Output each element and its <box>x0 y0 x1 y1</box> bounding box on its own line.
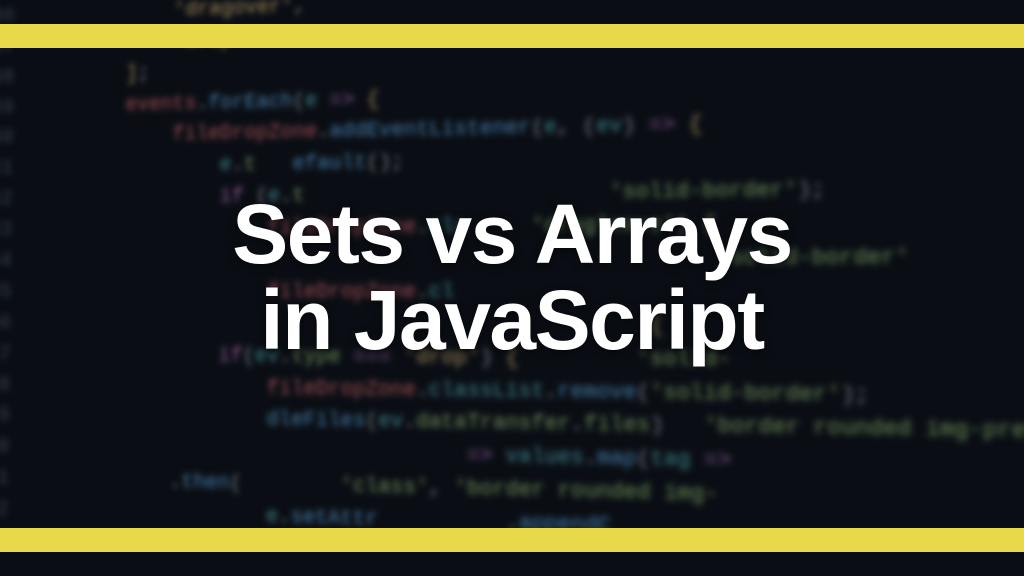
line-number: 50 <box>0 433 29 465</box>
line-number: 52 <box>0 495 28 528</box>
headline-line-1: Sets vs Arrays <box>232 187 792 281</box>
line-number: 41 <box>0 154 32 185</box>
line-number: 51 <box>0 464 28 496</box>
headline: Sets vs Arrays in JavaScript <box>0 192 1024 363</box>
line-number: 40 <box>0 124 33 156</box>
headline-line-2: in JavaScript <box>0 278 1024 364</box>
line-number: 38 <box>0 62 33 94</box>
line-number: 48 <box>0 371 29 403</box>
thumbnail-stage: 35 'dragleave',36 'dragover',37 'drop'38… <box>0 0 1024 576</box>
code-content: ]; <box>33 59 149 93</box>
accent-bar-top <box>0 24 1024 48</box>
line-number: 39 <box>0 93 33 125</box>
accent-bar-bottom <box>0 528 1024 552</box>
line-number: 49 <box>0 402 29 434</box>
code-content: e.t efault(); <box>32 148 404 185</box>
